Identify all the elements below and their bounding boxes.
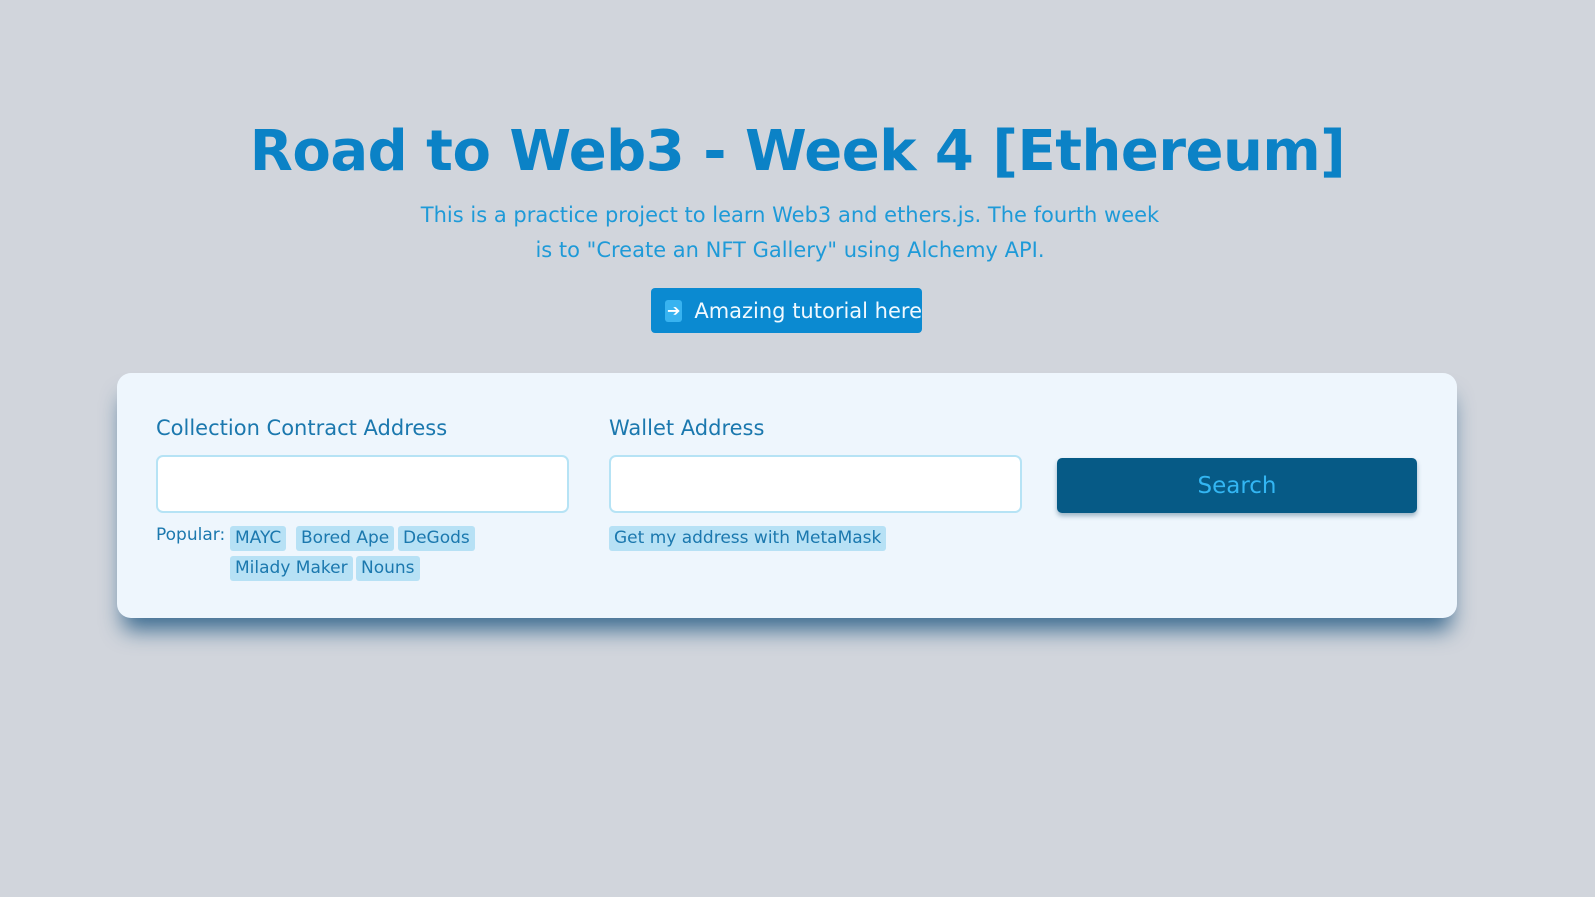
popular-chip-degods[interactable]: DeGods <box>398 526 475 551</box>
search-card: Collection Contract Address Wallet Addre… <box>117 373 1457 618</box>
page-subtitle: This is a practice project to learn Web3… <box>420 203 1160 262</box>
popular-label: Popular: <box>156 525 226 545</box>
right-arrow-icon: ➔ <box>665 299 683 322</box>
metamask-address-chip[interactable]: Get my address with MetaMask <box>609 526 887 551</box>
collection-address-input[interactable] <box>156 455 569 513</box>
popular-chip-nouns[interactable]: Nouns <box>356 556 420 581</box>
wallet-address-label: Wallet Address <box>609 416 765 440</box>
collection-address-label: Collection Contract Address <box>156 416 448 440</box>
popular-chip-milady-maker[interactable]: Milady Maker <box>230 556 353 581</box>
tutorial-button-label: Amazing tutorial here <box>694 298 922 323</box>
tutorial-button[interactable]: ➔ Amazing tutorial here <box>651 288 922 333</box>
popular-chip-bored-ape[interactable]: Bored Ape <box>296 526 395 551</box>
search-button[interactable]: Search <box>1057 458 1417 513</box>
wallet-address-input[interactable] <box>609 455 1022 513</box>
page: Road to Web3 - Week 4 [Ethereum] This is… <box>0 0 1595 897</box>
page-title: Road to Web3 - Week 4 [Ethereum] <box>249 119 1346 184</box>
popular-chip-mayc[interactable]: MAYC <box>230 526 287 551</box>
